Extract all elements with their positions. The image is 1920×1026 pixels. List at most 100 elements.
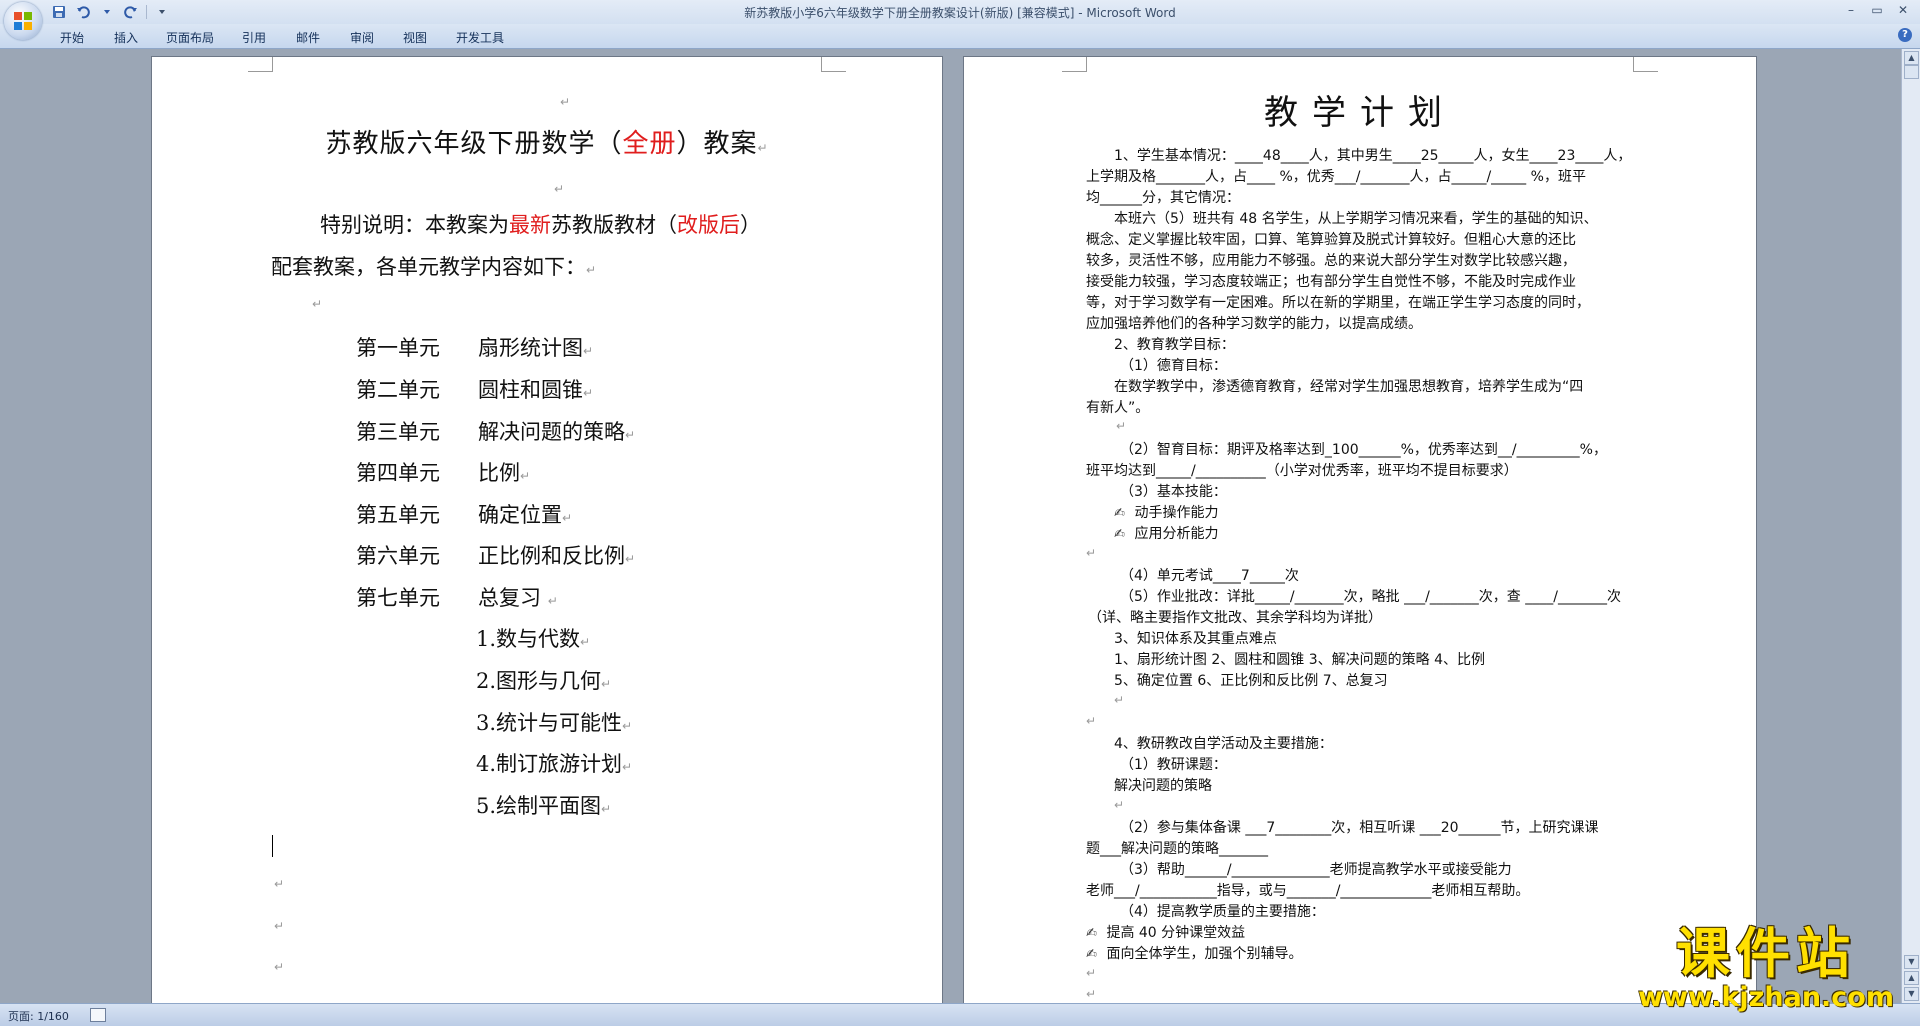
teaching-plan-title: 教学计划 bbox=[1264, 93, 1456, 133]
window-controls: – ▭ ✕ bbox=[1838, 0, 1916, 20]
unit-item: 第五单元 确定位置↵ bbox=[356, 503, 573, 527]
text-line: （2）智育目标：期评及格率达到_100______%，优秀率达到__/_____… bbox=[1120, 442, 1607, 458]
text-line: 1、扇形统计图 2、圆柱和圆锥 3、解决问题的策略 4、比例 bbox=[1114, 652, 1485, 668]
text-line: 均______分，其它情况： bbox=[1086, 190, 1240, 206]
section-heading: 2、教育教学目标： bbox=[1114, 337, 1235, 353]
paragraph-mark: ↵ bbox=[1086, 987, 1097, 1001]
text-line: （详、略主要指作文批改、其余学科均为详批） bbox=[1088, 610, 1382, 626]
document-title: 苏教版六年级下册数学（全册）教案↵ bbox=[325, 129, 769, 159]
pen-bullet-icon: ✍ bbox=[1086, 926, 1097, 941]
tab-home[interactable]: 开始 bbox=[60, 29, 84, 46]
text-line: （4）单元考试____7_____次 bbox=[1120, 568, 1299, 584]
proofing-icon[interactable] bbox=[90, 1008, 106, 1022]
previous-page-icon[interactable]: ▲ bbox=[1904, 971, 1919, 985]
status-bar: 页面: 1/160 bbox=[0, 1003, 1920, 1026]
paragraph-mark: ↵ bbox=[1116, 419, 1127, 433]
vertical-scrollbar[interactable]: ▲ ▼ ▲ ▼ bbox=[1901, 49, 1920, 1003]
page-2[interactable]: 教学计划 1、学生基本情况：____48____人，其中男生____25____… bbox=[964, 57, 1756, 1003]
text-line: （1）德育目标： bbox=[1120, 358, 1227, 374]
title-text: ）教案 bbox=[676, 129, 758, 159]
tab-developer[interactable]: 开发工具 bbox=[456, 29, 504, 46]
unit-item: 第六单元 正比例和反比例↵ bbox=[356, 544, 636, 568]
help-icon[interactable]: ? bbox=[1898, 28, 1912, 42]
paragraph-mark: ↵ bbox=[1114, 798, 1125, 812]
tab-review[interactable]: 审阅 bbox=[350, 29, 374, 46]
page-1[interactable]: ↵ 苏教版六年级下册数学（全册）教案↵ ↵ 特别说明：本教案为最新苏教版教材（改… bbox=[152, 57, 942, 1003]
text-line: 等，对于学习数学有一定困难。所以在新的学期里，在端正学生学习态度的同时， bbox=[1086, 295, 1590, 311]
crop-mark bbox=[821, 57, 846, 72]
skill-item: ✍ 动手操作能力 bbox=[1114, 505, 1219, 521]
text-line: 班平均达到_____/__________（小学对优秀率，班平均不提目标要求） bbox=[1086, 463, 1518, 479]
tab-mailings[interactable]: 邮件 bbox=[296, 29, 320, 46]
document-workspace: ↵ 苏教版六年级下册数学（全册）教案↵ ↵ 特别说明：本教案为最新苏教版教材（改… bbox=[0, 49, 1902, 1003]
measure-item: ✍ 提高 40 分钟课堂效益 bbox=[1086, 925, 1246, 941]
scroll-thumb[interactable] bbox=[1904, 65, 1919, 79]
crop-mark bbox=[1633, 57, 1658, 72]
text-line: （1）教研课题： bbox=[1120, 757, 1227, 773]
text-line: （3）帮助______/______________老师提高教学水平或接受能力 bbox=[1120, 862, 1512, 878]
paragraph-mark: ↵ bbox=[274, 919, 285, 933]
crop-mark bbox=[1062, 57, 1087, 72]
unit-item: 第三单元 解决问题的策略↵ bbox=[356, 420, 636, 444]
text-line: 上学期及格_______人，占____ %，优秀___/_______人，占__… bbox=[1086, 169, 1586, 185]
unit-item: 第七单元 总复习 ↵ bbox=[356, 586, 558, 610]
title-highlight: 全册 bbox=[622, 129, 677, 159]
skill-item: ✍ 应用分析能力 bbox=[1114, 526, 1219, 542]
paragraph-mark: ↵ bbox=[560, 95, 571, 109]
crop-mark bbox=[248, 57, 273, 72]
tab-references[interactable]: 引用 bbox=[242, 29, 266, 46]
text-line: 5、确定位置 6、正比例和反比例 7、总复习 bbox=[1114, 673, 1388, 689]
office-button[interactable] bbox=[4, 2, 42, 40]
text-line: 接受能力较强，学习态度较端正；也有部分学生自觉性不够，不能及时完成作业 bbox=[1086, 274, 1576, 290]
text-line: 应加强培养他们的各种学习数学的能力，以提高成绩。 bbox=[1086, 316, 1422, 332]
text-line: 老师___/___________指导，或与_______/__________… bbox=[1086, 883, 1530, 899]
review-item: 4.制订旅游计划↵ bbox=[476, 752, 633, 776]
unit-item: 第四单元 比例↵ bbox=[356, 461, 531, 485]
tab-page-layout[interactable]: 页面布局 bbox=[166, 29, 214, 46]
title-bar: 新苏教版小学6六年级数学下册全册教案设计(新版) [兼容模式] - Micros… bbox=[0, 0, 1920, 24]
paragraph-mark: ↵ bbox=[1086, 546, 1097, 560]
section-heading: 4、教研教改自学活动及主要措施： bbox=[1114, 736, 1333, 752]
tab-insert[interactable]: 插入 bbox=[114, 29, 138, 46]
window-title: 新苏教版小学6六年级数学下册全册教案设计(新版) [兼容模式] - Micros… bbox=[744, 6, 1176, 20]
review-item: 5.绘制平面图↵ bbox=[476, 794, 612, 818]
paragraph-mark: ↵ bbox=[1086, 714, 1097, 728]
scroll-down-icon[interactable]: ▼ bbox=[1904, 955, 1919, 969]
paragraph-mark: ↵ bbox=[1114, 693, 1125, 707]
tab-view[interactable]: 视图 bbox=[403, 29, 427, 46]
text-line: （2）参与集体备课 ___7________次，相互听课 ___20______… bbox=[1120, 820, 1599, 836]
maximize-button[interactable]: ▭ bbox=[1864, 0, 1890, 20]
close-button[interactable]: ✕ bbox=[1890, 0, 1916, 20]
special-note-line2: 配套教案，各单元教学内容如下：↵ bbox=[271, 255, 597, 279]
scroll-up-icon[interactable]: ▲ bbox=[1904, 51, 1919, 65]
next-page-icon[interactable]: ▼ bbox=[1904, 987, 1919, 1001]
office-logo-icon bbox=[14, 12, 32, 30]
paragraph-mark: ↵ bbox=[1086, 966, 1097, 980]
paragraph-mark: ↵ bbox=[274, 960, 285, 974]
review-item: 3.统计与可能性↵ bbox=[476, 711, 633, 735]
text-line: 较多，灵活性不够，应用能力不够强。总的来说大部分学生对数学比较感兴趣， bbox=[1086, 253, 1576, 269]
paragraph-mark: ↵ bbox=[312, 297, 323, 311]
text-line: 在数学教学中，渗透德育教育，经常对学生加强思想教育，培养学生成为“四 bbox=[1114, 379, 1584, 395]
text-cursor bbox=[272, 835, 273, 857]
special-note-line1: 特别说明：本教案为最新苏教版教材（改版后） bbox=[320, 213, 761, 237]
page-count[interactable]: 页面: 1/160 bbox=[8, 1008, 69, 1024]
text-line: 题___解决问题的策略_______ bbox=[1086, 841, 1268, 857]
text-line: 解决问题的策略 bbox=[1114, 778, 1212, 794]
minimize-button[interactable]: – bbox=[1838, 0, 1864, 20]
watermark: 课件站 www.kjzhan.com bbox=[1638, 925, 1894, 1013]
text-line: 有新人”。 bbox=[1086, 400, 1150, 416]
ribbon-tabs: 开始 插入 页面布局 引用 邮件 审阅 视图 开发工具 ? bbox=[0, 24, 1920, 49]
text-line: 概念、定义掌握比较牢固，口算、笔算验算及脱式计算较好。但粗心大意的还比 bbox=[1086, 232, 1576, 248]
text-line: （4）提高教学质量的主要措施： bbox=[1120, 904, 1325, 920]
pen-bullet-icon: ✍ bbox=[1086, 947, 1097, 962]
pen-bullet-icon: ✍ bbox=[1114, 506, 1125, 521]
text-line: 1、学生基本情况：____48____人，其中男生____25_____人，女生… bbox=[1114, 148, 1632, 164]
paragraph-mark: ↵ bbox=[554, 182, 565, 196]
pen-bullet-icon: ✍ bbox=[1114, 527, 1125, 542]
section-heading: 3、知识体系及其重点难点 bbox=[1114, 631, 1277, 647]
unit-item: 第二单元 圆柱和圆锥↵ bbox=[356, 378, 594, 402]
text-line: （5）作业批改：详批_____/_______次，略批 ___/_______次… bbox=[1120, 589, 1621, 605]
watermark-url: www.kjzhan.com bbox=[1638, 982, 1894, 1013]
paragraph-mark: ↵ bbox=[274, 877, 285, 891]
